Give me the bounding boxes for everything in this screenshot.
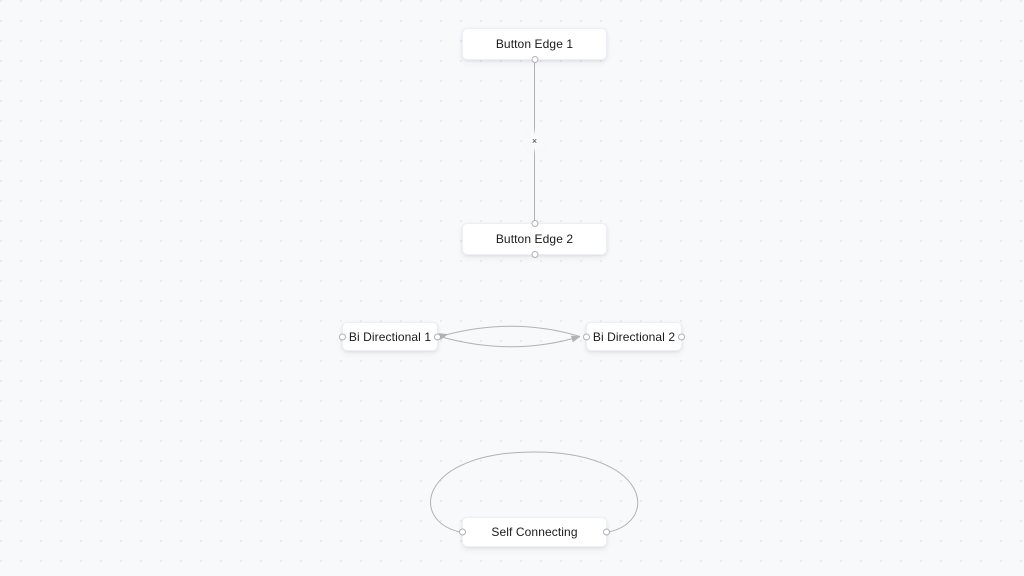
node-label: Self Connecting [491,525,578,539]
node-button-edge-1[interactable]: Button Edge 1 [462,28,607,63]
node-self-connecting[interactable]: Self Connecting [459,517,610,547]
flow-canvas[interactable]: Button Edge 1 Button Edge 2 Bi Direction… [0,0,1024,576]
node-label: Bi Directional 1 [348,329,432,344]
node-bi-directional-1[interactable]: Bi Directional 1 [339,322,441,351]
handle-left[interactable] [583,333,590,340]
handle-left[interactable] [339,333,346,340]
edge-delete-button[interactable]: × [527,134,542,148]
node-button-edge-2[interactable]: Button Edge 2 [462,220,607,258]
handle-target-top[interactable] [531,220,538,227]
node-label: Button Edge 2 [495,232,574,246]
handle-right[interactable] [678,333,685,340]
node-bi-directional-2[interactable]: Bi Directional 2 [583,322,685,351]
handle-source-bottom[interactable] [531,251,538,258]
node-label: Button Edge 1 [495,37,574,51]
handle-source-right[interactable] [603,528,610,536]
nodes-layer: Button Edge 1 Button Edge 2 Bi Direction… [0,0,1024,576]
handle-target-left[interactable] [459,528,466,536]
node-label: Bi Directional 2 [592,329,676,344]
handle-right[interactable] [434,333,441,340]
handle-source-bottom[interactable] [531,56,538,63]
